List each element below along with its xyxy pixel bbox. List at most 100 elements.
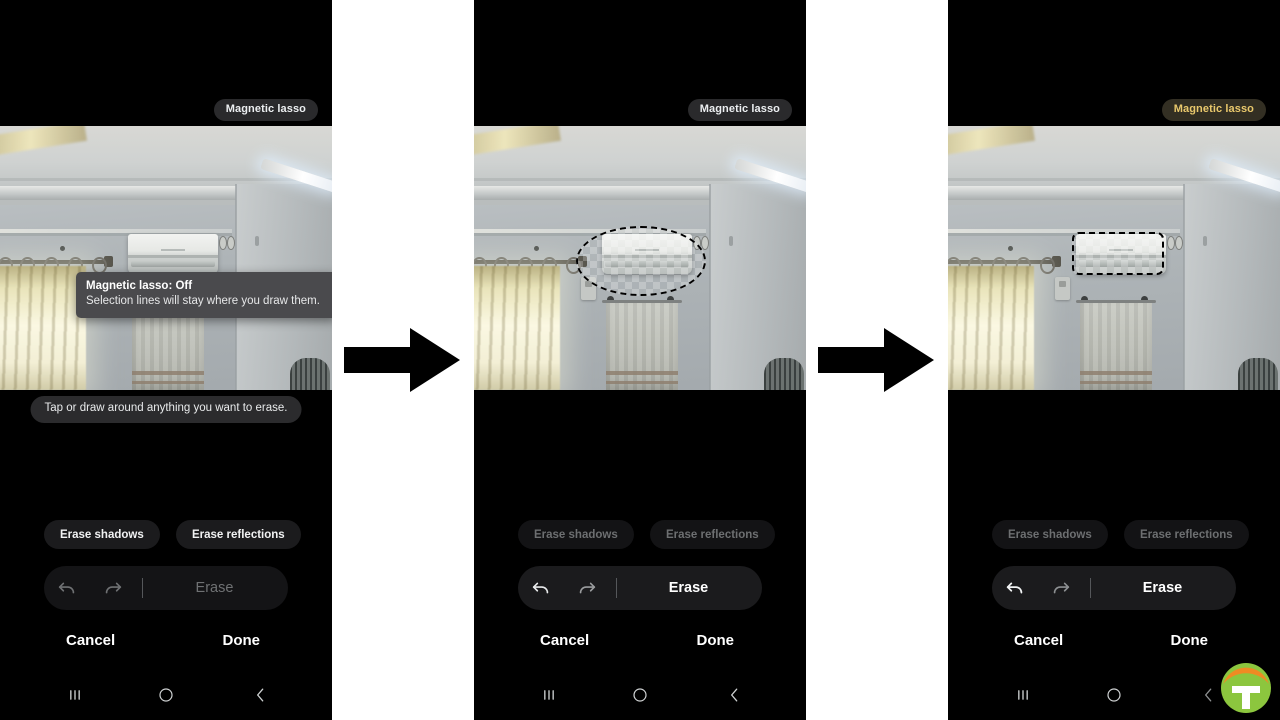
panel-3-topbar: Magnetic lasso xyxy=(948,0,1280,126)
redo-icon[interactable] xyxy=(90,566,136,610)
undo-icon[interactable] xyxy=(44,566,90,610)
erase-shadows-toggle[interactable]: Erase shadows xyxy=(518,520,634,549)
erase-button[interactable]: Erase xyxy=(625,580,762,596)
phone-panel-1: Magnetic lasso Magnetic lasso: Off Selec… xyxy=(0,0,332,720)
panel-1-erase-bar: Erase xyxy=(44,566,288,610)
panel-2-photo[interactable] xyxy=(474,126,806,390)
towel xyxy=(1080,303,1152,390)
magnetic-lasso-chip-active[interactable]: Magnetic lasso xyxy=(1161,99,1266,121)
lasso-selection-ellipse[interactable] xyxy=(576,226,706,296)
air-conditioner xyxy=(128,234,218,274)
magnetic-lasso-tooltip: Magnetic lasso: Off Selection lines will… xyxy=(76,272,332,319)
done-button[interactable]: Done xyxy=(223,632,261,649)
towel-stripe xyxy=(606,381,678,384)
panel-2-erase-bar: Erase xyxy=(518,566,762,610)
panel-1-actions: Cancel Done xyxy=(0,632,332,668)
towel xyxy=(606,303,678,390)
towel-stripe xyxy=(132,381,204,384)
towel-stripe xyxy=(132,371,204,375)
back-nav-icon[interactable] xyxy=(718,678,752,712)
phone-panel-3: Magnetic lasso Erase shadows Erase refle… xyxy=(948,0,1280,720)
cancel-button[interactable]: Cancel xyxy=(66,632,115,649)
wall-dot-left xyxy=(1008,246,1013,251)
cancel-button[interactable]: Cancel xyxy=(1014,632,1063,649)
wall-mark xyxy=(255,236,259,246)
erase-shadows-toggle[interactable]: Erase shadows xyxy=(992,520,1108,549)
tooltip-body: Selection lines will stay where you draw… xyxy=(86,295,320,308)
redo-icon[interactable] xyxy=(564,566,610,610)
magnetic-lasso-chip[interactable]: Magnetic lasso xyxy=(687,99,792,121)
lasso-selection-rect[interactable] xyxy=(1072,232,1164,275)
marching-ants-border xyxy=(576,226,706,296)
curtain xyxy=(0,266,86,390)
done-button[interactable]: Done xyxy=(697,632,735,649)
watermark-logo xyxy=(1220,662,1272,714)
floor-grille xyxy=(764,358,804,390)
panel-3-photo[interactable] xyxy=(948,126,1280,390)
tutorial-stage: Magnetic lasso Magnetic lasso: Off Selec… xyxy=(0,0,1280,720)
panel-2-navbar xyxy=(474,678,806,712)
right-arrow-icon xyxy=(344,328,460,397)
erase-button[interactable]: Erase xyxy=(1099,580,1236,596)
wall-hooks xyxy=(1167,236,1183,250)
recents-nav-icon[interactable] xyxy=(532,678,566,712)
panel-1-photo[interactable]: Magnetic lasso: Off Selection lines will… xyxy=(0,126,332,390)
panel-2-topbar: Magnetic lasso xyxy=(474,0,806,126)
recents-nav-icon[interactable] xyxy=(58,678,92,712)
home-nav-icon[interactable] xyxy=(623,678,657,712)
wall-switch xyxy=(1055,277,1070,300)
towel-stripe xyxy=(1080,371,1152,375)
magnetic-lasso-chip[interactable]: Magnetic lasso xyxy=(213,99,318,121)
ceiling-seam xyxy=(0,178,332,181)
wall-mark xyxy=(729,236,733,246)
erase-shadows-toggle[interactable]: Erase shadows xyxy=(44,520,160,549)
wall-hooks xyxy=(219,236,235,250)
erase-bar-divider xyxy=(142,578,143,598)
cancel-button[interactable]: Cancel xyxy=(540,632,589,649)
home-nav-icon[interactable] xyxy=(149,678,183,712)
erase-bar-divider xyxy=(1090,578,1091,598)
back-nav-icon[interactable] xyxy=(244,678,278,712)
wall-corner xyxy=(709,184,711,390)
curtain xyxy=(948,266,1034,390)
curtain xyxy=(474,266,560,390)
wall-corner xyxy=(1183,184,1185,390)
ac-lip xyxy=(128,255,218,258)
home-nav-icon[interactable] xyxy=(1097,678,1131,712)
ac-vent xyxy=(131,261,215,267)
ceiling-seam xyxy=(474,178,806,181)
wall-dot-left xyxy=(60,246,65,251)
recents-nav-icon[interactable] xyxy=(1006,678,1040,712)
floor-grille xyxy=(290,358,330,390)
ceiling-seam xyxy=(948,178,1280,181)
tooltip-title: Magnetic lasso: Off xyxy=(86,280,193,292)
ac-brand-strip xyxy=(161,249,185,251)
floor-grille xyxy=(1238,358,1278,390)
done-button[interactable]: Done xyxy=(1171,632,1209,649)
redo-icon[interactable] xyxy=(1038,566,1084,610)
panel-2-toggles: Erase shadows Erase reflections xyxy=(474,520,806,550)
erase-reflections-toggle[interactable]: Erase reflections xyxy=(650,520,775,549)
towel-stripe xyxy=(1080,381,1152,384)
panel-1-navbar xyxy=(0,678,332,712)
erase-reflections-toggle[interactable]: Erase reflections xyxy=(1124,520,1249,549)
erase-button[interactable]: Erase xyxy=(151,580,288,596)
right-arrow-icon xyxy=(818,328,934,397)
panel-2-actions: Cancel Done xyxy=(474,632,806,668)
towel-stripe xyxy=(606,371,678,375)
panel-3-toggles: Erase shadows Erase reflections xyxy=(948,520,1280,550)
wall-dot-left xyxy=(534,246,539,251)
panel-3-actions: Cancel Done xyxy=(948,632,1280,668)
erase-reflections-toggle[interactable]: Erase reflections xyxy=(176,520,301,549)
undo-icon[interactable] xyxy=(518,566,564,610)
room-scene xyxy=(0,126,332,390)
phone-panel-2: Magnetic lasso Erase shadows Erase refle… xyxy=(474,0,806,720)
panel-3-erase-bar: Erase xyxy=(992,566,1236,610)
marching-ants-border xyxy=(1072,232,1164,275)
panel-1-toggles: Erase shadows Erase reflections xyxy=(0,520,332,550)
panel-1-topbar: Magnetic lasso xyxy=(0,0,332,126)
erase-hint-pill: Tap or draw around anything you want to … xyxy=(30,396,302,423)
wall-mark xyxy=(1203,236,1207,246)
erase-bar-divider xyxy=(616,578,617,598)
undo-icon[interactable] xyxy=(992,566,1038,610)
